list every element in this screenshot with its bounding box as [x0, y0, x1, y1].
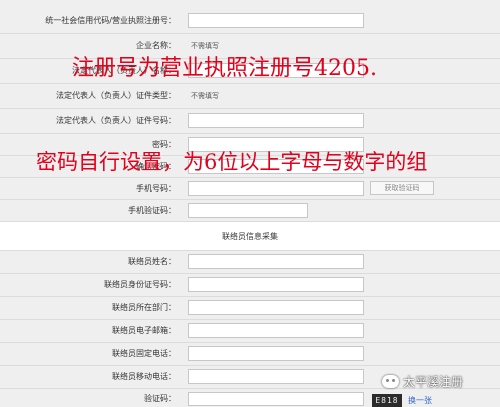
row-contact-dept: 联络员所在部门：: [0, 297, 500, 320]
contact-email-label: 联络员电子邮箱：: [112, 326, 176, 335]
password-input[interactable]: [188, 137, 364, 152]
row-legal-rep-id-number: 法定代表人（负责人）证件号码：: [0, 109, 500, 134]
company-name-value: 不需填写: [191, 42, 219, 50]
wechat-icon: [382, 375, 399, 388]
confirm-password-label: 确认密码：: [136, 162, 176, 171]
sms-code-label: 手机验证码：: [128, 206, 176, 215]
contact-name-input[interactable]: [188, 254, 364, 269]
row-company-name: 企业名称： 不需填写: [0, 34, 500, 59]
row-contact-name: 联络员姓名：: [0, 251, 500, 274]
mobile-input[interactable]: [188, 181, 364, 196]
legal-rep-id-number-input[interactable]: [188, 113, 364, 128]
contact-name-label: 联络员姓名：: [128, 257, 176, 266]
contact-mobile-label: 联络员移动电话：: [112, 372, 176, 381]
credit-code-label: 统一社会信用代码/营业执照注册号：: [45, 16, 176, 25]
captcha-image: E818: [372, 394, 402, 407]
watermark: 太平溪注册: [382, 373, 463, 390]
row-legal-rep-name: 法定代表人（负责人）名称：: [0, 59, 500, 84]
legal-rep-name-input[interactable]: [188, 63, 364, 78]
row-contact-phone: 联络员固定电话：: [0, 343, 500, 366]
section-contact-header: 联络员信息采集: [0, 222, 500, 251]
confirm-password-input[interactable]: [188, 159, 364, 174]
contact-id-label: 联络员身份证号码：: [104, 280, 176, 289]
row-contact-id: 联络员身份证号码：: [0, 274, 500, 297]
row-legal-rep-id-type: 法定代表人（负责人）证件类型： 不需填写: [0, 84, 500, 109]
row-mobile: 手机号码： 获取验证码: [0, 178, 500, 200]
contact-phone-label: 联络员固定电话：: [112, 349, 176, 358]
captcha-input[interactable]: [188, 392, 364, 406]
section-title: 联络员信息采集: [222, 232, 278, 241]
row-contact-email: 联络员电子邮箱：: [0, 320, 500, 343]
legal-rep-id-type-value: 不需填写: [191, 92, 219, 100]
legal-rep-id-type-label: 法定代表人（负责人）证件类型：: [56, 91, 176, 100]
contact-mobile-input[interactable]: [188, 369, 364, 384]
contact-email-input[interactable]: [188, 323, 364, 338]
credit-code-input[interactable]: [188, 13, 364, 28]
contact-dept-label: 联络员所在部门：: [112, 303, 176, 312]
sms-code-input[interactable]: [188, 203, 308, 218]
row-credit-code: 统一社会信用代码/营业执照注册号：: [0, 0, 500, 34]
row-password: 密码：: [0, 134, 500, 156]
legal-rep-id-number-label: 法定代表人（负责人）证件号码：: [56, 116, 176, 125]
mobile-label: 手机号码：: [136, 184, 176, 193]
password-label: 密码：: [152, 140, 176, 149]
watermark-text: 太平溪注册: [403, 375, 464, 389]
contact-phone-input[interactable]: [188, 346, 364, 361]
contact-dept-input[interactable]: [188, 300, 364, 315]
get-code-button[interactable]: 获取验证码: [370, 181, 434, 195]
company-name-label: 企业名称：: [136, 41, 176, 50]
refresh-captcha-link[interactable]: 换一张: [408, 395, 432, 406]
captcha-label: 验证码：: [144, 394, 176, 403]
contact-id-input[interactable]: [188, 277, 364, 292]
row-confirm-password: 确认密码：: [0, 156, 500, 178]
legal-rep-name-label: 法定代表人（负责人）名称：: [72, 66, 176, 75]
row-sms-code: 手机验证码：: [0, 200, 500, 222]
